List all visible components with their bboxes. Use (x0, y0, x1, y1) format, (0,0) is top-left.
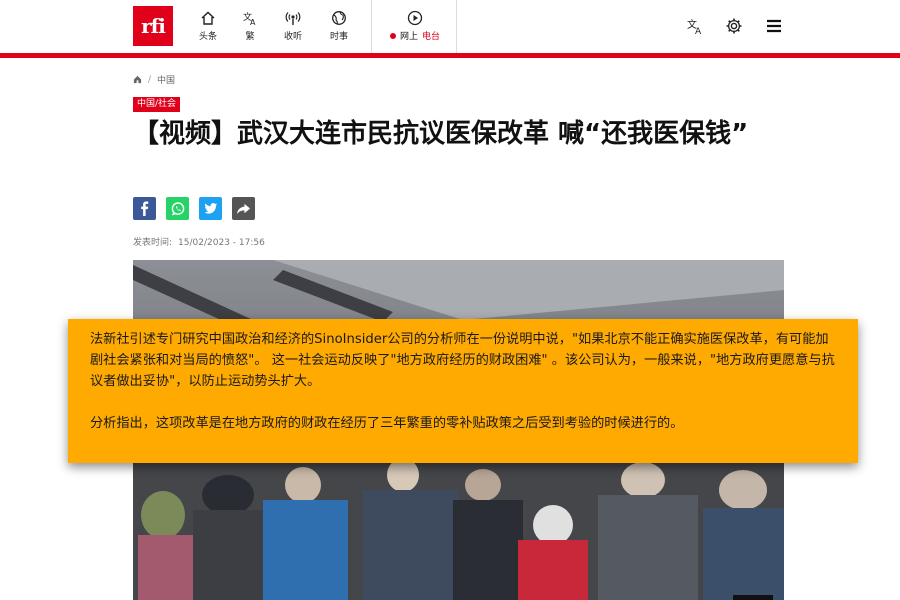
live-label: 网上 (399, 32, 418, 42)
header-accent-bar (0, 53, 900, 58)
translate-icon[interactable]: 文A (686, 17, 704, 35)
publish-date-value: 15/02/2023 - 17:56 (178, 238, 265, 248)
callout-paragraph: 分析指出，这项改革是在地方政府的财政在经历了三年繁重的零补贴政策之后受到考验的时… (90, 416, 684, 431)
live-station-label: 电台 (422, 32, 441, 42)
article-title: 【视频】武汉大连市民抗议医保改革 喊“还我医保钱” (133, 119, 749, 149)
nav-headlines-label: 头条 (198, 32, 217, 42)
gear-icon[interactable] (725, 17, 743, 35)
svg-text:A: A (695, 27, 702, 35)
nav-current-affairs-label: 时事 (329, 32, 348, 42)
home-icon[interactable] (133, 75, 142, 84)
nav-listen[interactable]: 收听 (271, 10, 315, 46)
live-dot-icon (389, 32, 396, 39)
nav-traditional-label: 繁 (245, 32, 255, 42)
callout-paragraph: 法新社引述专门研究中国政治和经济的SinoInsider公司的分析师在一份说明中… (90, 332, 835, 389)
breadcrumb-separator: / (148, 74, 152, 85)
facebook-icon (141, 201, 149, 216)
menu-icon[interactable] (765, 17, 783, 35)
publish-date: 发表时间: 15/02/2023 - 17:56 (133, 235, 265, 248)
twitter-icon (204, 203, 218, 214)
nav-listen-label: 收听 (283, 32, 302, 42)
analysis-callout: 法新社引述专门研究中国政治和经济的SinoInsider公司的分析师在一份说明中… (68, 319, 858, 463)
site-header: rfi 头条 文A 繁 收听 时事 网上 电台 文A (0, 0, 900, 54)
nav-traditional[interactable]: 文A 繁 (228, 10, 272, 46)
live-radio-button[interactable]: 网上 电台 (375, 10, 455, 46)
home-icon (201, 11, 215, 25)
facebook-share-button[interactable] (133, 197, 156, 220)
translate-icon: 文A (243, 11, 256, 26)
play-icon (407, 10, 423, 26)
svg-text:A: A (250, 18, 256, 26)
nav-current-affairs[interactable]: 时事 (317, 10, 361, 46)
whatsapp-icon (171, 201, 184, 215)
breadcrumb: / 中国 (133, 73, 175, 86)
breadcrumb-current[interactable]: 中国 (157, 73, 175, 86)
more-share-button[interactable] (232, 197, 255, 220)
globe-icon (332, 11, 346, 25)
twitter-share-button[interactable] (199, 197, 222, 220)
nav-headlines[interactable]: 头条 (186, 10, 230, 46)
radio-icon (285, 12, 301, 25)
category-tag[interactable]: 中国/社会 (133, 97, 181, 112)
publish-date-label: 发表时间: (133, 238, 173, 248)
rfi-logo[interactable]: rfi (133, 6, 173, 46)
header-divider (456, 0, 457, 53)
whatsapp-share-button[interactable] (166, 197, 189, 220)
header-divider (371, 0, 372, 53)
share-icon (236, 203, 251, 215)
